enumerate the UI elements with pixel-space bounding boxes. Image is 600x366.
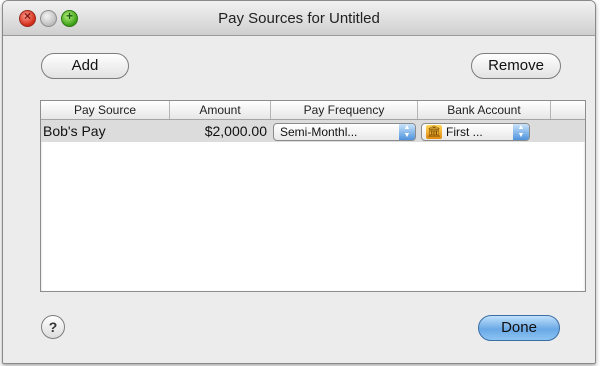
bank-icon: 🏛	[426, 125, 442, 139]
column-header-bank-account[interactable]: Bank Account	[418, 101, 551, 119]
pay-source-cell[interactable]: Bob's Pay	[43, 120, 106, 142]
column-header-amount[interactable]: Amount	[170, 101, 271, 119]
pay-sources-window: × + Pay Sources for Untitled Add Remove …	[2, 0, 596, 364]
title-bar: × + Pay Sources for Untitled	[3, 1, 595, 36]
bank-account-popup[interactable]: 🏛 First ... ▲ ▼	[421, 123, 530, 141]
add-button[interactable]: Add	[41, 53, 129, 79]
table-header: Pay Source Amount Pay Frequency Bank Acc…	[41, 101, 585, 120]
column-header-extra	[551, 101, 585, 119]
column-header-pay-frequency[interactable]: Pay Frequency	[271, 101, 418, 119]
remove-button[interactable]: Remove	[471, 53, 561, 79]
pay-sources-table[interactable]: Pay Source Amount Pay Frequency Bank Acc…	[40, 100, 586, 292]
pay-frequency-popup[interactable]: Semi-Monthl... ▲ ▼	[273, 123, 416, 141]
amount-cell[interactable]: $2,000.00	[171, 120, 267, 142]
popup-arrows-icon: ▲ ▼	[513, 124, 529, 140]
table-row[interactable]: Bob's Pay $2,000.00 Semi-Monthl... ▲ ▼ 🏛 …	[41, 120, 585, 142]
popup-arrows-icon: ▲ ▼	[399, 124, 415, 140]
pay-frequency-value: Semi-Monthl...	[280, 125, 358, 139]
help-button[interactable]: ?	[41, 315, 65, 339]
column-header-pay-source[interactable]: Pay Source	[41, 101, 170, 119]
bank-account-value: First ...	[446, 125, 483, 139]
done-button[interactable]: Done	[478, 315, 560, 341]
window-title: Pay Sources for Untitled	[218, 10, 380, 27]
